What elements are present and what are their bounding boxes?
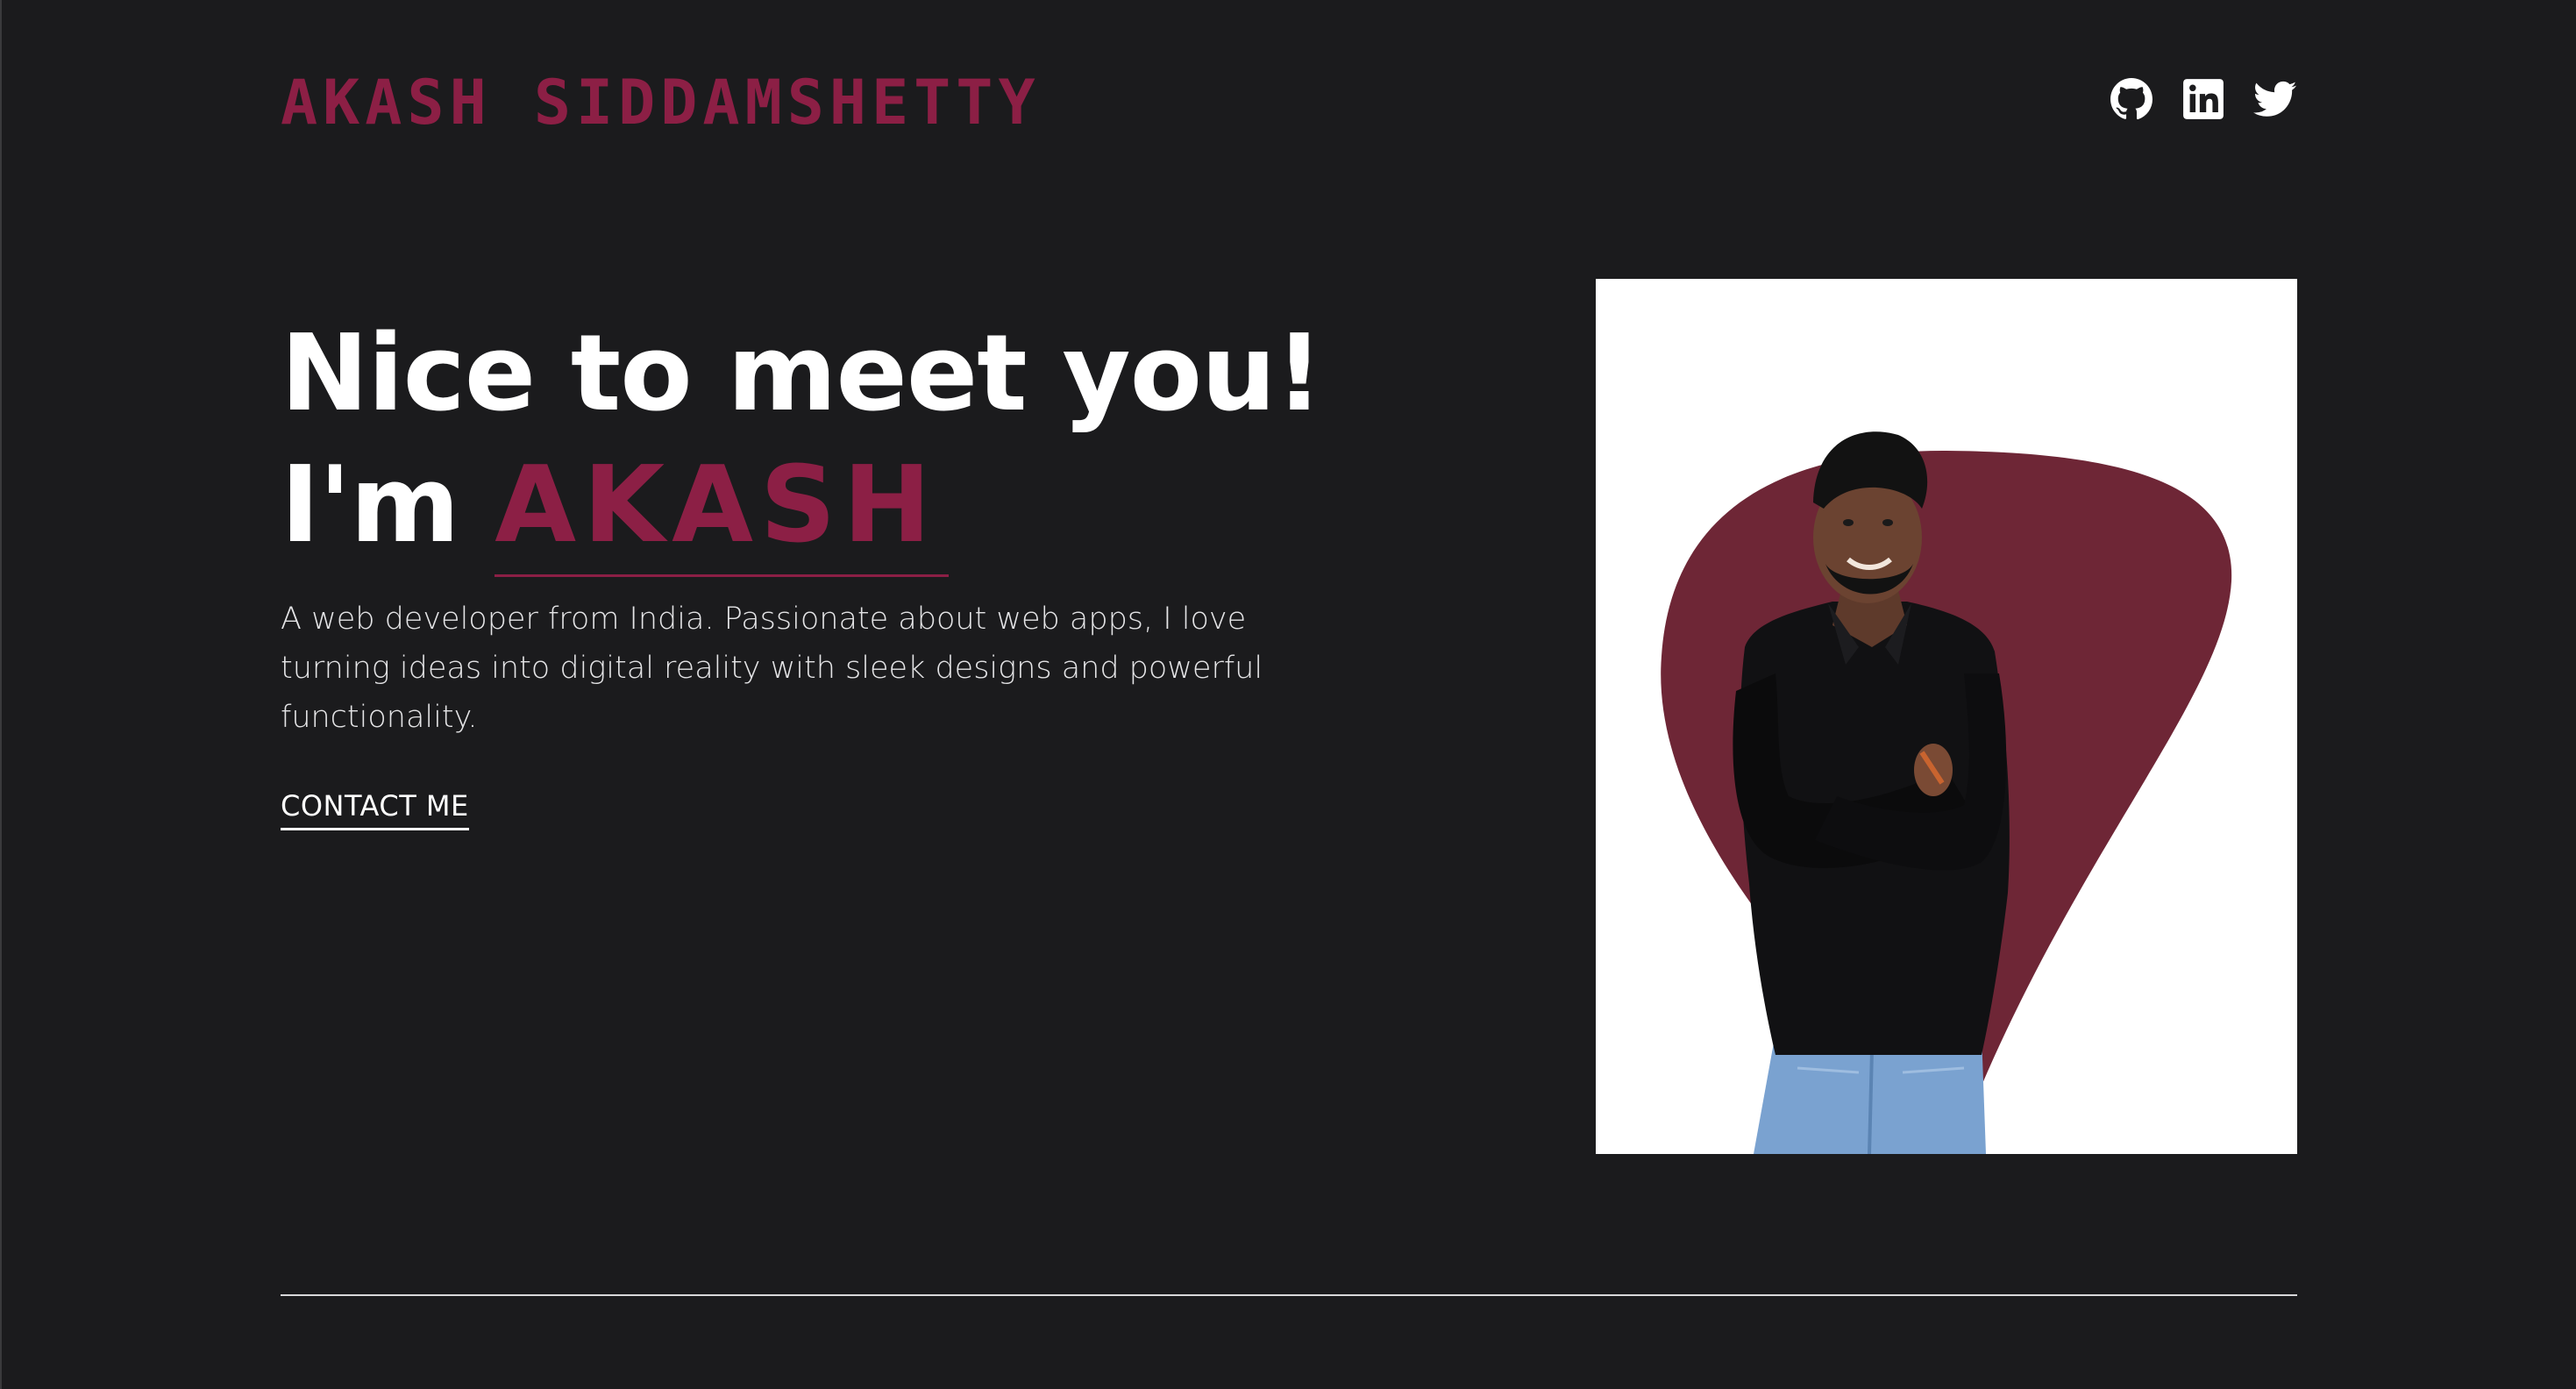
hero-greeting: Nice to meet you!: [281, 313, 1323, 435]
hero-description: A web developer from India. Passionate a…: [281, 602, 1263, 735]
twitter-icon: [2253, 81, 2297, 117]
site-logo[interactable]: AKASH SIDDAMSHETTY: [281, 63, 1041, 142]
section-divider: [281, 1294, 2297, 1296]
portrait-illustration: [1661, 431, 2232, 1154]
hero-intro-prefix: I'm: [281, 445, 495, 566]
portrait-image: [1596, 279, 2297, 1154]
social-links: [2110, 77, 2297, 121]
linkedin-icon: [2183, 79, 2224, 119]
linkedin-link[interactable]: [2181, 77, 2225, 121]
contact-me-link[interactable]: CONTACT ME: [281, 787, 469, 830]
twitter-link[interactable]: [2253, 77, 2297, 121]
hero-name: AKASH: [495, 440, 949, 577]
github-link[interactable]: [2110, 77, 2153, 121]
page-edge: [0, 0, 2, 1389]
github-icon: [2110, 78, 2153, 120]
hero-title: Nice to meet you! I'm AKASH: [281, 309, 1323, 577]
